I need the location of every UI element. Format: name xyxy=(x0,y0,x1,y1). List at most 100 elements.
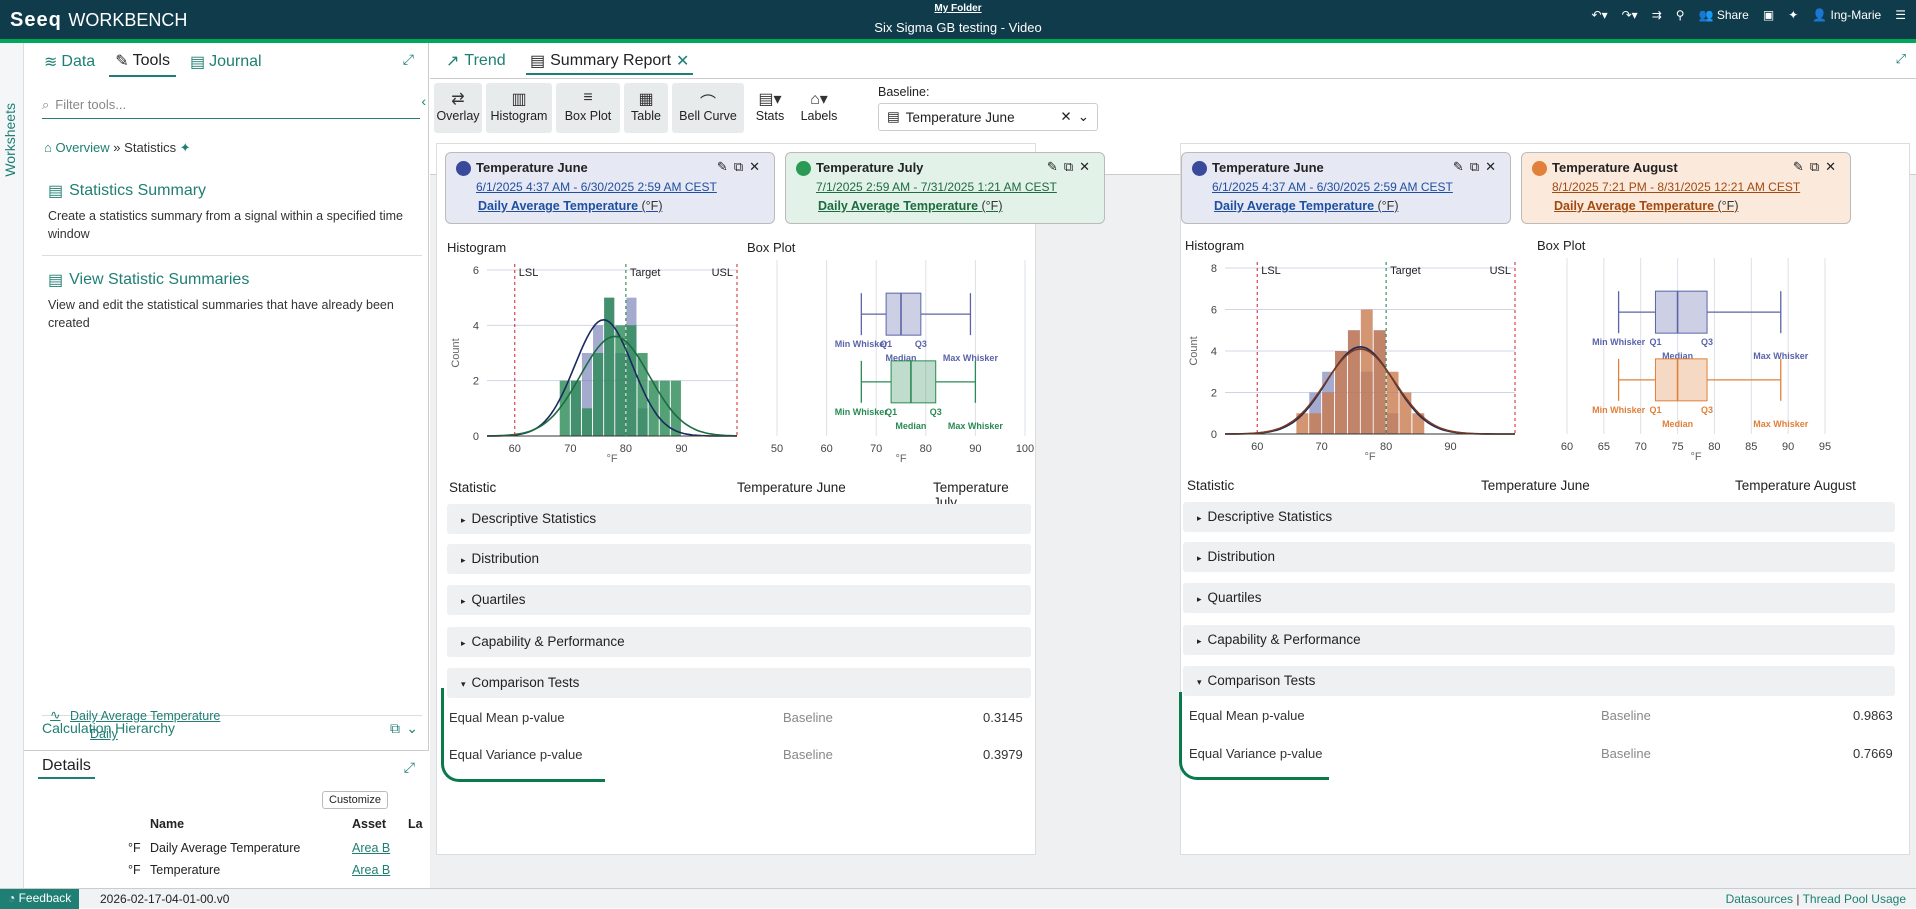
asset-link[interactable]: Daily Average Temperature (°F) xyxy=(818,199,1002,213)
boxplot-title: Box Plot xyxy=(1537,238,1586,253)
layout-icon[interactable]: ▣ xyxy=(1763,8,1774,22)
signal-card-july[interactable]: Temperature July ✎⧉✕ 7/1/2025 2:59 AM - … xyxy=(785,152,1105,224)
tab-details[interactable]: Details xyxy=(38,755,95,779)
section-quartiles[interactable]: ▸ Quartiles xyxy=(447,585,1031,615)
max-whisker-label: Max Whisker xyxy=(943,353,999,363)
x-tick-label: 70 xyxy=(1635,441,1647,453)
x-tick-label: 80 xyxy=(1708,441,1720,453)
top-icons: ↶▾ ↷▾ ⇉ ⚲ 👥 Share ▣ ✦ 👤 Ing-Marie ☰ xyxy=(1592,8,1906,22)
expand-icon[interactable]: ⤢ xyxy=(403,51,414,68)
collapse-panel-icon[interactable]: ‹ xyxy=(421,93,426,109)
thread-pool-link[interactable]: Thread Pool Usage xyxy=(1803,892,1906,906)
asset-link[interactable]: Daily Average Temperature (°F) xyxy=(1554,199,1738,213)
feedback-button[interactable]: ◔ Feedback xyxy=(0,889,80,909)
bell-curve-button[interactable]: ⌒ Bell Curve xyxy=(672,83,744,133)
y-tick-label: 4 xyxy=(473,320,479,332)
card-controls[interactable]: ✎⧉✕ xyxy=(1453,159,1502,175)
bell-icon: ⌒ xyxy=(699,95,716,112)
x-tick-label: 90 xyxy=(969,443,981,455)
column-asset[interactable]: Asset xyxy=(352,817,386,831)
tool-statistics-summary[interactable]: ▤ Statistics Summary Create a statistics … xyxy=(48,181,414,243)
calc-item-daily[interactable]: Daily xyxy=(90,727,118,741)
sparkle-icon[interactable]: ✦ xyxy=(1788,8,1798,22)
tab-data[interactable]: ≋ Data xyxy=(38,47,101,77)
section-descriptive[interactable]: ▸ Descriptive Statistics xyxy=(1183,502,1895,532)
section-descriptive[interactable]: ▸ Descriptive Statistics xyxy=(447,504,1031,534)
share-button[interactable]: 👥 Share xyxy=(1699,8,1749,22)
row-asset-link[interactable]: Area B xyxy=(352,841,390,855)
database-icon: ≋ xyxy=(44,54,58,71)
histogram-bar xyxy=(1373,330,1386,434)
expand-icon[interactable]: ⤢ xyxy=(404,759,415,776)
trend-icon: ↗ xyxy=(446,53,460,70)
card-controls[interactable]: ✎⧉✕ xyxy=(1047,159,1096,175)
filter-tools-input[interactable]: ⌕ Filter tools... xyxy=(42,91,420,119)
tab-summary-report[interactable]: ▤ Summary Report ✕ xyxy=(526,49,694,75)
chat-icon: ◔ xyxy=(8,891,16,905)
wrench-icon: ✎ xyxy=(115,53,129,70)
section-capability[interactable]: ▸ Capability & Performance xyxy=(447,627,1031,657)
breadcrumb-overview[interactable]: Overview xyxy=(55,140,109,155)
y-tick-label: 6 xyxy=(473,265,479,277)
redo-icon[interactable]: ↷▾ xyxy=(1622,8,1638,22)
histogram-bar xyxy=(1347,330,1360,434)
journal-icon: ▤ xyxy=(189,54,206,71)
row-asset-link[interactable]: Area B xyxy=(352,863,390,877)
table-button[interactable]: ▦ Table xyxy=(624,83,668,133)
worksheets-strip[interactable]: Worksheets xyxy=(0,43,24,888)
section-capability[interactable]: ▸ Capability & Performance xyxy=(1183,625,1895,655)
baseline-select[interactable]: ▤ Temperature June ✕ ⌄ xyxy=(878,103,1098,131)
column-la[interactable]: La xyxy=(408,817,423,831)
labels-dropdown[interactable]: ⌂▾ Labels xyxy=(796,83,842,133)
boxplot-button[interactable]: ≡ Box Plot xyxy=(556,83,620,133)
x-tick-label: 70 xyxy=(870,443,882,455)
tab-tools[interactable]: ✎ Tools xyxy=(109,47,176,77)
x-tick-label: 70 xyxy=(564,443,576,455)
signal-card-june[interactable]: Temperature June ✎⧉✕ 6/1/2025 4:37 AM - … xyxy=(445,152,775,224)
asset-link[interactable]: Daily Average Temperature (°F) xyxy=(478,199,662,213)
customize-button[interactable]: Customize xyxy=(322,791,388,809)
col-header-1: Temperature June xyxy=(737,480,846,495)
range-link[interactable]: 7/1/2025 2:59 AM - 7/31/2025 1:21 AM CES… xyxy=(816,180,1057,194)
boxplot-chart: 50 60 70 80 90 100°FMin WhiskerQ1 Q3Median Max … xyxy=(771,260,1034,464)
baseline-label: Baseline: xyxy=(878,85,930,99)
histogram-bar xyxy=(1360,309,1373,434)
card-controls[interactable]: ✎⧉✕ xyxy=(717,159,766,175)
stats-dropdown[interactable]: ▤▾ Stats xyxy=(748,83,792,133)
chevron-down-icon[interactable]: ⌄ xyxy=(406,720,418,737)
tab-journal[interactable]: ▤ Journal xyxy=(184,47,268,77)
forward-icon[interactable]: ⇉ xyxy=(1652,8,1662,22)
pin-icon[interactable]: ⚲ xyxy=(1676,8,1685,22)
asset-link[interactable]: Daily Average Temperature (°F) xyxy=(1214,199,1398,213)
section-quartiles[interactable]: ▸ Quartiles xyxy=(1183,583,1895,613)
user-menu[interactable]: 👤 Ing-Marie xyxy=(1812,8,1881,22)
popout-icon[interactable]: ⧉ xyxy=(390,720,400,737)
overlay-button[interactable]: ⇄ Overlay xyxy=(434,83,482,133)
card-controls[interactable]: ✎⧉✕ xyxy=(1793,159,1842,175)
datasources-link[interactable]: Datasources xyxy=(1726,892,1793,906)
tab-trend[interactable]: ↗ Trend xyxy=(442,49,510,73)
q3-label: Q3 xyxy=(1701,337,1713,347)
section-distribution[interactable]: ▸ Distribution xyxy=(1183,542,1895,572)
close-icon[interactable]: ✕ xyxy=(676,51,689,71)
range-link[interactable]: 8/1/2025 7:21 PM - 8/31/2025 12:21 AM CE… xyxy=(1552,180,1800,194)
range-link[interactable]: 6/1/2025 4:37 AM - 6/30/2025 2:59 AM CES… xyxy=(1212,180,1453,194)
range-link[interactable]: 6/1/2025 4:37 AM - 6/30/2025 2:59 AM CES… xyxy=(476,180,717,194)
search-icon: ⌕ xyxy=(42,96,50,112)
boxplot-title: Box Plot xyxy=(747,240,796,255)
undo-icon[interactable]: ↶▾ xyxy=(1592,8,1608,22)
y-axis-label: Count xyxy=(450,338,462,367)
y-tick-label: 2 xyxy=(1211,388,1217,400)
column-name[interactable]: Name xyxy=(150,817,184,831)
p-value: 0.3145 xyxy=(983,710,1023,725)
hamburger-icon[interactable]: ☰ xyxy=(1895,8,1906,22)
tool-view-statistic-summaries[interactable]: ▤ View Statistic Summaries View and edit … xyxy=(48,270,414,332)
expand-icon[interactable]: ⤢ xyxy=(1896,51,1906,67)
calc-item-daily-average[interactable]: Daily Average Temperature xyxy=(70,709,220,723)
histogram-button[interactable]: ▥ Histogram xyxy=(486,83,552,133)
signal-card-august[interactable]: Temperature August ✎⧉✕ 8/1/2025 7:21 PM … xyxy=(1521,152,1851,224)
signal-card-june[interactable]: Temperature June ✎⧉✕ 6/1/2025 4:37 AM - … xyxy=(1181,152,1511,224)
chevron-down-icon[interactable]: ⌄ xyxy=(1078,109,1089,125)
clear-icon[interactable]: ✕ xyxy=(1060,109,1071,125)
section-distribution[interactable]: ▸ Distribution xyxy=(447,544,1031,574)
